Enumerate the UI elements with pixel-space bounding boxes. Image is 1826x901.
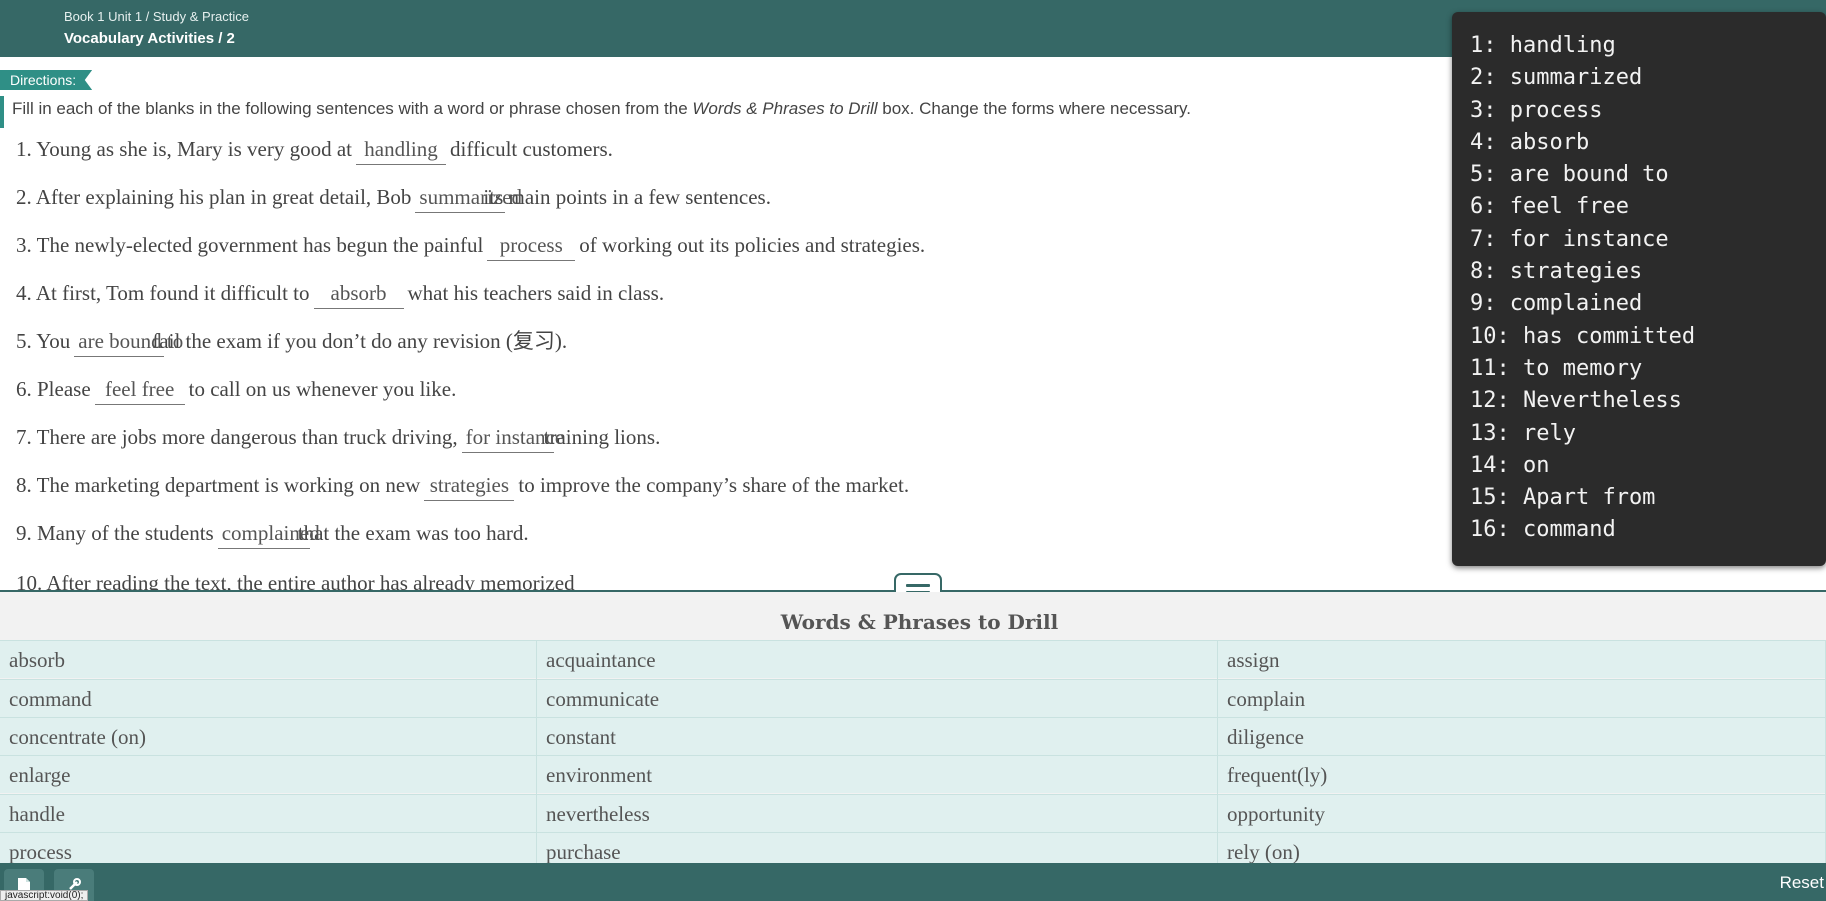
question-text: 10. After reading the text, the entire a… [16, 571, 575, 590]
answer-line: 9: complained [1470, 291, 1643, 317]
answer-blank[interactable]: are bound to [74, 326, 183, 357]
question-row: 5. You are bound tofail the exam if you d… [16, 326, 568, 357]
question-row: 6. Please feel free to call on us whenever… [16, 374, 457, 405]
table-row: process purchase rely (on) [0, 832, 1826, 863]
table-cell: diligence [1218, 718, 1826, 756]
hamburger-menu-icon [906, 584, 930, 587]
question-row: 3. The newly-elected government has begu… [16, 230, 926, 261]
answer-line: 7: for instance [1470, 226, 1669, 252]
answer-line: 6: feel free [1470, 194, 1629, 220]
answer-line: 4: absorb [1470, 129, 1590, 155]
directions-tag: Directions: [0, 70, 93, 90]
question-row: 10. After reading the text, the entire a… [16, 568, 575, 590]
words-phrases-panel: Words & Phrases to Drill absorb acquaint… [0, 592, 1826, 863]
answer-line: 1: handling [1470, 33, 1616, 58]
status-tooltip: javascript:void(0); [0, 890, 89, 901]
answer-line: 3: process [1470, 97, 1603, 123]
answer-line: 16: command [1470, 517, 1616, 543]
question-text: 5. You [16, 329, 71, 353]
reset-button[interactable]: Reset [1780, 873, 1824, 893]
question-text: to call on us whenever you like. [188, 377, 457, 401]
directions-text: Fill in each of the blanks in the follow… [0, 96, 1300, 128]
table-cell: frequent(ly) [1218, 756, 1826, 794]
drill-title: Words & Phrases to Drill [780, 610, 1059, 634]
page-title: Vocabulary Activities / 2 [64, 30, 235, 47]
answer-blank[interactable]: absorb [313, 278, 404, 309]
question-row: 7. There are jobs more dangerous than tr… [16, 422, 660, 453]
table-cell: rely (on) [1218, 833, 1826, 863]
table-row: handle nevertheless opportunity [0, 794, 1826, 833]
answer-line: 10: has committed [1470, 323, 1696, 349]
answer-blank[interactable]: handling [356, 134, 446, 165]
question-text: difficult customers. [450, 137, 613, 161]
table-cell: nevertheless [537, 795, 1218, 833]
table-cell: process [0, 833, 537, 863]
question-text: fail the exam if you don’t do any revisi… [152, 329, 568, 353]
table-cell: assign [1218, 641, 1826, 679]
question-text: to improve the company’s share of the ma… [518, 473, 910, 497]
table-cell: command [0, 680, 537, 718]
table-cell: environment [537, 756, 1218, 794]
answer-line: 12: Nevertheless [1470, 388, 1682, 414]
answer-blank[interactable]: complained [217, 518, 320, 549]
directions-text-box-name: Words & Phrases to Drill [692, 99, 878, 118]
question-text: 9. Many of the students [16, 521, 214, 545]
answer-line: 14: on [1470, 452, 1550, 478]
table-cell: constant [537, 718, 1218, 756]
question-text: 3. The newly-elected government has begu… [16, 233, 484, 257]
question-text: 4. At first, Tom found it difficult to [16, 281, 310, 305]
question-row: 2. After explaining his plan in great de… [16, 182, 771, 213]
table-cell: absorb [0, 641, 537, 679]
table-cell: communicate [537, 680, 1218, 718]
table-cell: complain [1218, 680, 1826, 718]
directions-text-before: Fill in each of the blanks in the follow… [12, 99, 693, 118]
answer-blank[interactable]: summarized [415, 182, 522, 213]
directions-text-after: box. Change the forms where necessary. [877, 99, 1191, 118]
answer-line: 5: are bound to [1470, 162, 1669, 188]
table-cell: opportunity [1218, 795, 1826, 833]
question-row: 4. At first, Tom found it difficult to ab… [16, 278, 665, 309]
table-row: enlarge environment frequent(ly) [0, 755, 1826, 794]
table-row: absorb acquaintance assign [0, 640, 1826, 679]
questions-list: 1. Young as she is, Mary is very good at… [0, 134, 1450, 590]
answer-line: 8: strategies [1470, 259, 1643, 285]
answer-line: 13: rely [1470, 420, 1576, 446]
answer-line: 11: to memory [1470, 355, 1643, 381]
table-cell: enlarge [0, 756, 537, 794]
footer-bar: Reset [0, 863, 1826, 901]
question-text: 8. The marketing department is working o… [16, 473, 421, 497]
question-row: 8. The marketing department is working o… [16, 470, 910, 501]
table-cell: concentrate (on) [0, 718, 537, 756]
question-row: 9. Many of the students complainedthat th… [16, 518, 529, 549]
question-text: 2. After explaining his plan in great de… [16, 185, 412, 209]
table-cell: purchase [537, 833, 1218, 863]
answer-line: 2: summarized [1470, 65, 1643, 91]
question-text: what his teachers said in class. [407, 281, 665, 305]
table-cell: acquaintance [537, 641, 1218, 679]
question-text: 1. Young as she is, Mary is very good at [16, 137, 352, 161]
answer-blank[interactable]: process [487, 230, 576, 261]
answer-blank[interactable]: strategies [424, 470, 515, 501]
question-text: 7. There are jobs more dangerous than tr… [16, 425, 458, 449]
table-cell: handle [0, 795, 537, 833]
question-text: its main points in a few sentences. [483, 185, 771, 209]
question-text: 6. Please [16, 377, 91, 401]
breadcrumb: Book 1 Unit 1 / Study & Practice [64, 9, 249, 24]
answers-overlay: 1: handling 2: summarized 3: process 4: … [1452, 12, 1826, 566]
answer-blank[interactable]: for instance [461, 422, 564, 453]
question-row: 1. Young as she is, Mary is very good at… [16, 134, 613, 165]
answer-blank[interactable]: feel free [94, 374, 185, 405]
table-row: concentrate (on) constant diligence [0, 717, 1826, 756]
table-row: command communicate complain [0, 679, 1826, 718]
question-text: that the exam was too hard. [297, 521, 529, 545]
question-text: of working out its policies and strategi… [579, 233, 926, 257]
answer-line: 15: Apart from [1470, 485, 1656, 511]
